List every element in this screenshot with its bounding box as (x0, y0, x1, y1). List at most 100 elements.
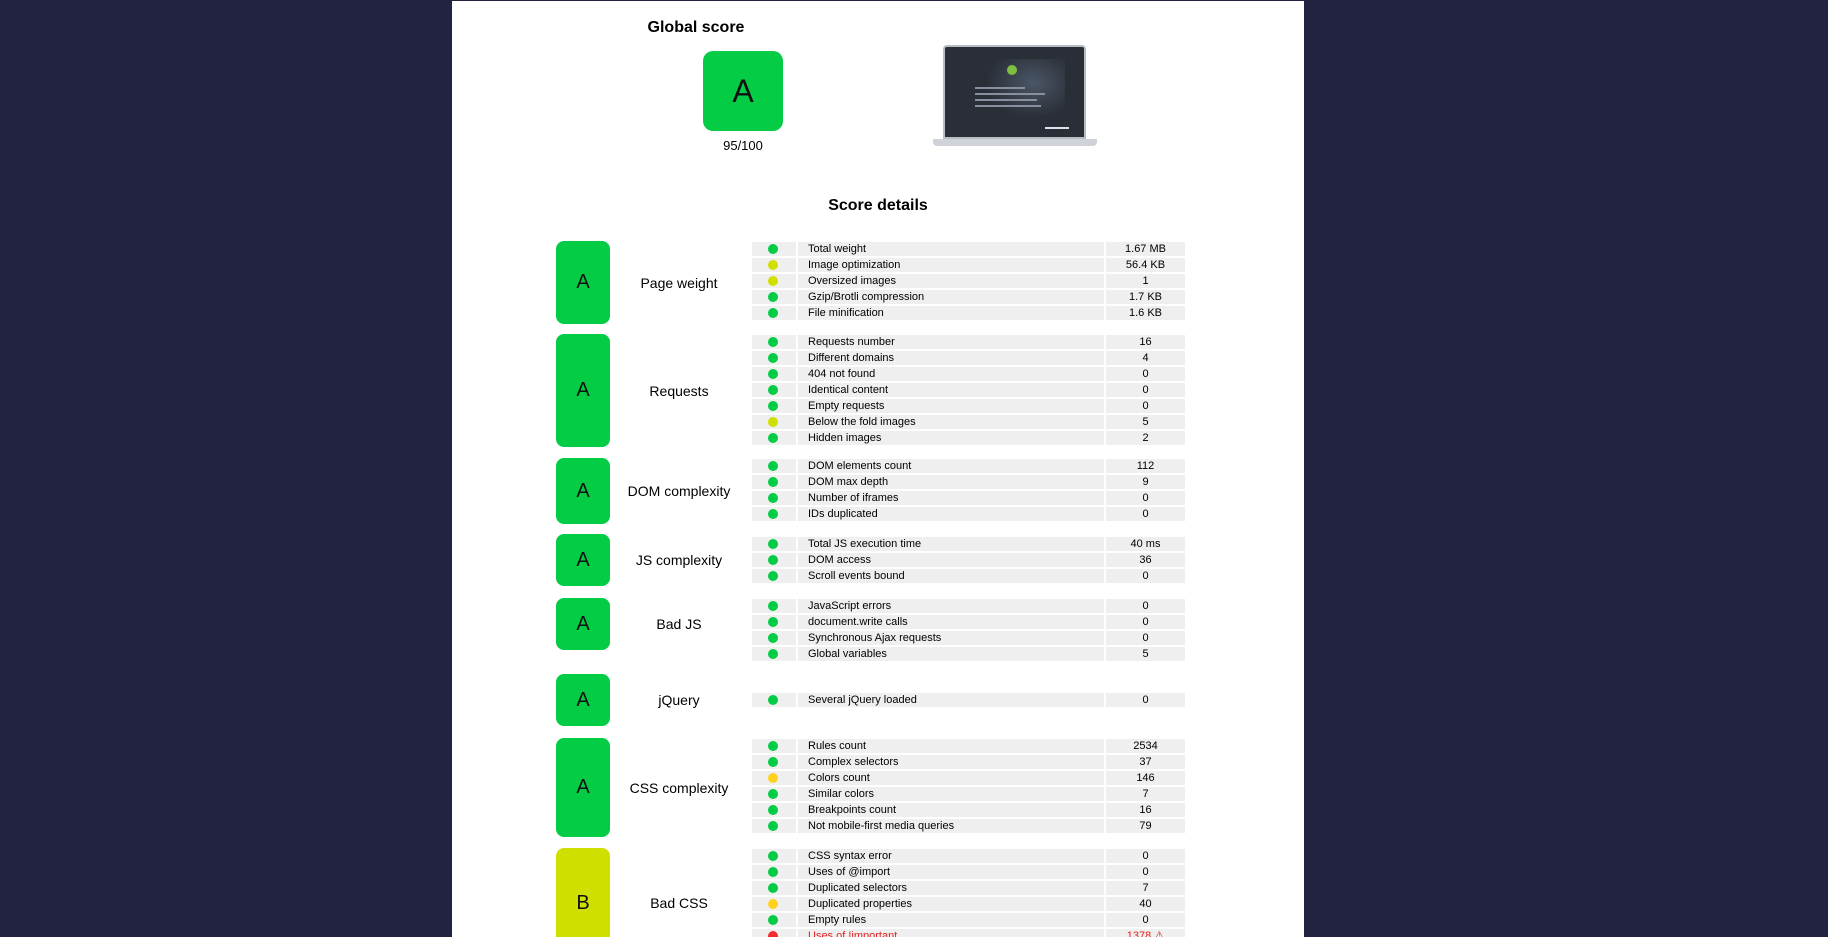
status-cell (752, 242, 796, 256)
metric-value: 40 ms (1106, 537, 1185, 551)
site-logo-icon (1007, 65, 1017, 75)
status-cell (752, 491, 796, 505)
status-cell (752, 306, 796, 320)
status-dot-icon (768, 509, 778, 519)
metric-value: 0 (1106, 849, 1185, 863)
metric-row: Scroll events bound 0 (752, 569, 1185, 583)
metric-row: IDs duplicated 0 (752, 507, 1185, 521)
status-dot-icon (768, 401, 778, 411)
status-cell (752, 258, 796, 272)
status-dot-icon (768, 260, 778, 270)
category-label: Page weight (640, 274, 718, 291)
status-cell (752, 755, 796, 769)
metric-value: 1.7 KB (1106, 290, 1185, 304)
category-grade-badge: A (556, 458, 610, 524)
metric-name: 404 not found (798, 367, 1104, 381)
metric-row: Requests number 16 (752, 335, 1185, 349)
metric-row: Empty requests 0 (752, 399, 1185, 413)
metric-value: 0 (1106, 491, 1185, 505)
metric-row: Similar colors 7 (752, 787, 1185, 801)
status-cell (752, 383, 796, 397)
status-dot-icon (768, 461, 778, 471)
category-label: JS complexity (635, 552, 723, 568)
status-dot-icon (768, 789, 778, 799)
category-grade-badge: A (556, 674, 610, 726)
status-dot-icon (768, 773, 778, 783)
metric-value: 1.67 MB (1106, 242, 1185, 256)
metric-value: 36 (1106, 553, 1185, 567)
status-cell (752, 693, 796, 707)
status-cell (752, 553, 796, 567)
metric-name: Scroll events bound (798, 569, 1104, 583)
laptop-screen (943, 45, 1086, 139)
category-grade-badge: A (556, 738, 610, 837)
status-dot-icon (768, 617, 778, 627)
category-grade-badge: B (556, 848, 610, 937)
status-cell (752, 431, 796, 445)
status-dot-icon (768, 292, 778, 302)
status-dot-icon (768, 308, 778, 318)
status-cell (752, 803, 796, 817)
metric-name: document.write calls (798, 615, 1104, 629)
status-cell (752, 631, 796, 645)
metric-value: 9 (1106, 475, 1185, 489)
status-dot-icon (768, 385, 778, 395)
metric-name: Number of iframes (798, 491, 1104, 505)
metric-row: Duplicated properties 40 (752, 897, 1185, 911)
category-label: Bad JS (656, 616, 702, 632)
status-dot-icon (768, 601, 778, 611)
status-cell (752, 599, 796, 613)
metric-name: Hidden images (798, 431, 1104, 445)
metric-name: Empty requests (798, 399, 1104, 413)
global-score-title: Global score (647, 19, 745, 36)
category-grade-badge: A (556, 598, 610, 650)
metric-row: Breakpoints count 16 (752, 803, 1185, 817)
metric-row: Oversized images 1 (752, 274, 1185, 288)
metric-row: Empty rules 0 (752, 913, 1185, 927)
status-cell (752, 865, 796, 879)
status-cell (752, 929, 796, 937)
metric-name: CSS syntax error (798, 849, 1104, 863)
status-cell (752, 787, 796, 801)
status-cell (752, 537, 796, 551)
status-dot-icon (768, 337, 778, 347)
metric-value: 0 (1106, 569, 1185, 583)
status-dot-icon (768, 477, 778, 487)
status-dot-icon (768, 633, 778, 643)
status-dot-icon (768, 649, 778, 659)
metric-value: 112 (1106, 459, 1185, 473)
metric-row: Gzip/Brotli compression 1.7 KB (752, 290, 1185, 304)
status-cell (752, 274, 796, 288)
metric-name: Global variables (798, 647, 1104, 661)
metric-row: Different domains 4 (752, 351, 1185, 365)
metric-value: 2534 (1106, 739, 1185, 753)
metric-value: 79 (1106, 819, 1185, 833)
metric-value: 0 (1106, 865, 1185, 879)
metric-row: Uses of @import 0 (752, 865, 1185, 879)
metric-value: 5 (1106, 647, 1185, 661)
status-dot-icon (768, 353, 778, 363)
status-cell (752, 897, 796, 911)
metric-name: Oversized images (798, 274, 1104, 288)
metric-name: Not mobile-first media queries (798, 819, 1104, 833)
status-dot-icon (768, 915, 778, 925)
metric-name: Total JS execution time (798, 537, 1104, 551)
metric-name: DOM max depth (798, 475, 1104, 489)
status-dot-icon (768, 695, 778, 705)
metric-value: 4 (1106, 351, 1185, 365)
metric-value: 7 (1106, 787, 1185, 801)
category-grade-badge: A (556, 334, 610, 447)
status-cell (752, 367, 796, 381)
metric-value: 0 (1106, 913, 1185, 927)
metric-name: Several jQuery loaded (798, 693, 1104, 707)
laptop-screenshot-preview (933, 45, 1097, 149)
status-dot-icon (768, 276, 778, 286)
metric-name: Different domains (798, 351, 1104, 365)
status-cell (752, 335, 796, 349)
metric-row: DOM access 36 (752, 553, 1185, 567)
metric-name: Uses of @import (798, 865, 1104, 879)
metric-name: DOM access (798, 553, 1104, 567)
metric-value: 146 (1106, 771, 1185, 785)
metric-row: Complex selectors 37 (752, 755, 1185, 769)
status-cell (752, 819, 796, 833)
